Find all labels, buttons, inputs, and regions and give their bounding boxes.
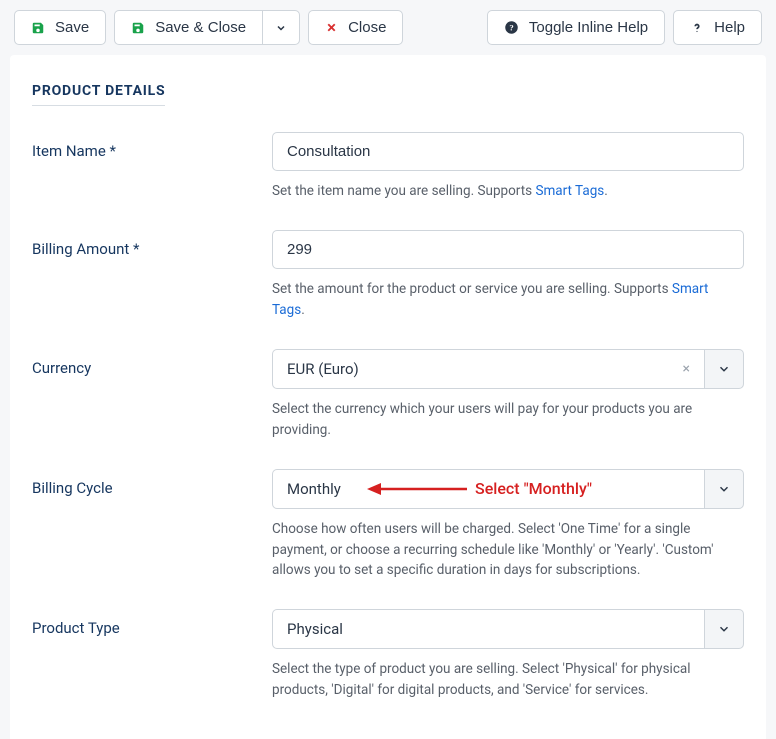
field-currency: Currency EUR (Euro) × Select the currenc… [32, 349, 744, 441]
chevron-down-icon [717, 362, 731, 376]
chevron-down-icon [717, 482, 731, 496]
chevron-down-icon [717, 622, 731, 636]
product-type-label: Product Type [32, 609, 272, 701]
item-name-help: Set the item name you are selling. Suppo… [272, 181, 744, 202]
currency-select[interactable]: EUR (Euro) × [272, 349, 744, 389]
currency-dropdown-toggle[interactable] [704, 349, 744, 389]
close-icon [325, 21, 338, 34]
info-icon: ? [504, 20, 519, 35]
help-button[interactable]: Help [673, 10, 762, 45]
smart-tags-link[interactable]: Smart Tags [535, 183, 604, 199]
save-icon [31, 21, 45, 35]
product-type-value: Physical [287, 620, 343, 638]
close-label: Close [348, 19, 386, 36]
currency-help: Select the currency which your users wil… [272, 399, 744, 441]
annotation-arrow: Select "Monthly" [367, 479, 592, 499]
save-close-group: Save & Close [114, 10, 300, 45]
save-close-dropdown-button[interactable] [262, 10, 300, 45]
save-close-label: Save & Close [155, 19, 246, 36]
save-label: Save [55, 19, 89, 36]
billing-cycle-dropdown-toggle[interactable] [704, 469, 744, 509]
billing-cycle-value: Monthly [287, 480, 341, 498]
field-item-name: Item Name * Set the item name you are se… [32, 132, 744, 202]
help-icon [690, 21, 704, 35]
toolbar: Save Save & Close Close ? Toggle Inline … [0, 0, 776, 55]
currency-value: EUR (Euro) [287, 360, 359, 378]
field-product-type: Product Type Physical Select the type of… [32, 609, 744, 701]
billing-cycle-help: Choose how often users will be charged. … [272, 519, 744, 582]
product-type-select[interactable]: Physical [272, 609, 744, 649]
annotation-text: Select "Monthly" [475, 479, 592, 498]
save-button[interactable]: Save [14, 10, 106, 45]
product-details-panel: PRODUCT DETAILS Item Name * Set the item… [10, 55, 766, 739]
svg-text:?: ? [509, 23, 513, 33]
field-billing-amount: Billing Amount * Set the amount for the … [32, 230, 744, 321]
billing-cycle-select[interactable]: Monthly Select "Monthly" [272, 469, 744, 509]
item-name-input[interactable] [272, 132, 744, 171]
section-title: PRODUCT DETAILS [32, 83, 165, 106]
product-type-help: Select the type of product you are selli… [272, 659, 744, 701]
billing-cycle-label: Billing Cycle [32, 469, 272, 582]
billing-amount-label: Billing Amount * [32, 230, 272, 321]
clear-icon[interactable]: × [683, 361, 690, 377]
help-label: Help [714, 19, 745, 36]
product-type-dropdown-toggle[interactable] [704, 609, 744, 649]
toggle-help-button[interactable]: ? Toggle Inline Help [487, 10, 665, 45]
billing-amount-help: Set the amount for the product or servic… [272, 279, 744, 321]
chevron-down-icon [275, 22, 287, 34]
billing-amount-input[interactable] [272, 230, 744, 269]
currency-label: Currency [32, 349, 272, 441]
toggle-help-label: Toggle Inline Help [529, 19, 648, 36]
close-button[interactable]: Close [308, 10, 403, 45]
save-icon [131, 21, 145, 35]
field-billing-cycle: Billing Cycle Monthly Select "Monthly" [32, 469, 744, 582]
item-name-label: Item Name * [32, 132, 272, 202]
save-close-button[interactable]: Save & Close [114, 10, 262, 45]
